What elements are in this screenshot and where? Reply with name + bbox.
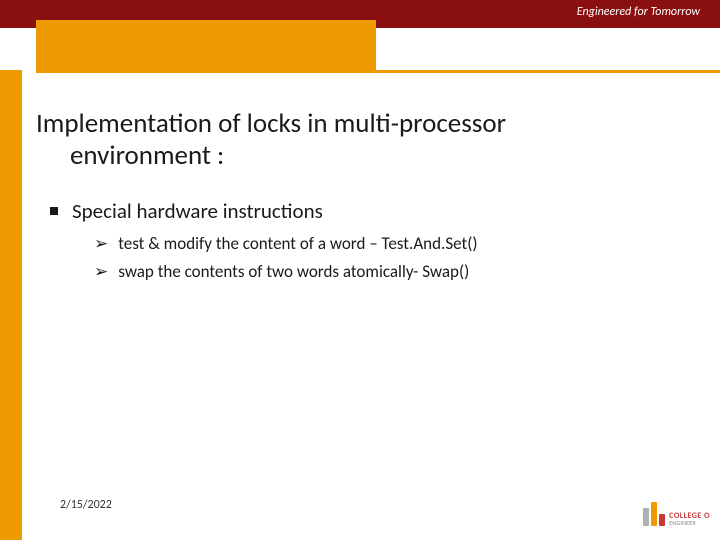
footer-logo: COLLEGE O ENGINEER — [643, 502, 710, 526]
accent-underline — [36, 70, 720, 73]
sub-bullet-text: test & modify the content of a word – Te… — [118, 232, 477, 256]
bullet-text: Special hardware instructions — [72, 198, 323, 224]
logo-mark-icon — [643, 502, 665, 526]
sub-bullet-text: swap the contents of two words atomicall… — [118, 260, 469, 284]
title-line-1: Implementation of locks in multi-process… — [36, 107, 506, 140]
title-line-2: environment : — [36, 140, 684, 172]
slide-body: Special hardware instructions ➢ test & m… — [50, 198, 684, 288]
footer-date: 2/15/2022 — [60, 498, 112, 512]
arrow-bullet-icon: ➢ — [94, 260, 108, 284]
sub-bullet-list: ➢ test & modify the content of a word – … — [94, 232, 684, 284]
sub-bullet-item: ➢ swap the contents of two words atomica… — [94, 260, 684, 284]
header-tagline: Engineered for Tomorrow — [577, 5, 700, 19]
accent-left-stripe — [0, 70, 22, 540]
bullet-item: Special hardware instructions — [50, 198, 684, 224]
square-bullet-icon — [50, 207, 58, 215]
logo-text: COLLEGE O ENGINEER — [669, 512, 710, 526]
accent-block — [36, 20, 376, 70]
logo-text-line-2: ENGINEER — [669, 520, 710, 526]
sub-bullet-item: ➢ test & modify the content of a word – … — [94, 232, 684, 256]
slide-title: Implementation of locks in multi-process… — [36, 108, 684, 173]
arrow-bullet-icon: ➢ — [94, 232, 108, 256]
